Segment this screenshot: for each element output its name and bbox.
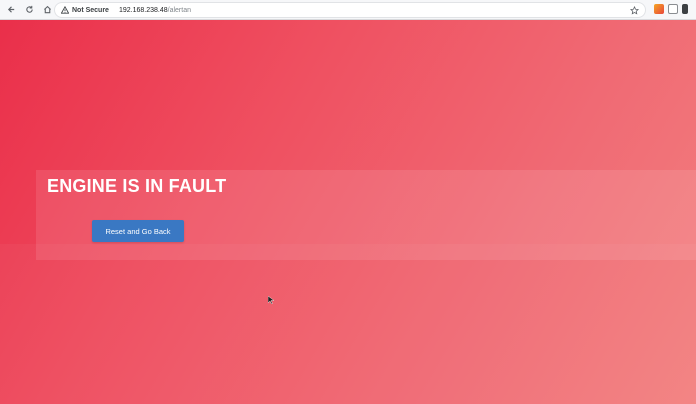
home-icon[interactable]	[40, 3, 54, 17]
page-title: ENGINE IS IN FAULT	[47, 176, 227, 196]
browser-toolbar: Not Secure 192.168.238.48 /alertan	[0, 0, 696, 20]
back-arrow-icon[interactable]	[4, 3, 18, 17]
mouse-cursor-icon	[268, 296, 274, 304]
url-host: 192.168.238.48	[118, 6, 168, 14]
background-band	[0, 244, 696, 404]
fault-page: ENGINE IS IN FAULT Reset and Go Back	[0, 20, 696, 404]
reset-and-go-back-button[interactable]: Reset and Go Back	[92, 220, 184, 242]
reload-icon[interactable]	[22, 3, 36, 17]
extension-icons	[654, 4, 688, 14]
screenshot-extension-icon[interactable]	[668, 4, 678, 14]
warning-triangle-icon[interactable]	[61, 6, 69, 14]
star-icon[interactable]	[629, 5, 639, 15]
not-secure-label[interactable]: Not Secure	[72, 7, 109, 14]
extension-icon[interactable]	[682, 4, 688, 14]
fault-panel: ENGINE IS IN FAULT Reset and Go Back	[36, 170, 696, 260]
extension-icon[interactable]	[654, 4, 664, 14]
address-bar[interactable]: Not Secure 192.168.238.48 /alertan	[54, 2, 646, 18]
url-path: /alertan	[167, 6, 191, 14]
